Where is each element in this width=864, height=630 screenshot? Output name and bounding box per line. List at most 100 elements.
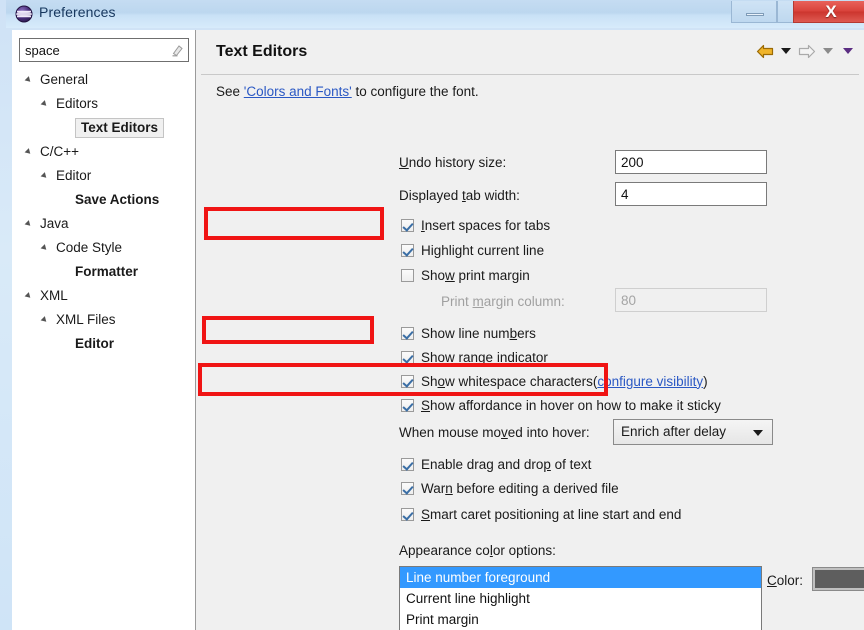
preferences-window: Preferences X General Editors Text Editors… (0, 0, 864, 630)
tree-expand-arrow-icon[interactable] (40, 244, 49, 252)
highlight-current-line-checkbox[interactable]: Highlight current line (401, 240, 544, 260)
description-suffix: to configure the font. (351, 84, 479, 99)
minimize-button[interactable] (731, 1, 777, 23)
color-label: Color: (767, 573, 804, 588)
print-margin-column-input (615, 288, 767, 312)
smart-caret-positioning-checkbox[interactable]: Smart caret positioning at line start an… (401, 504, 681, 524)
checkbox-label: Highlight current line (421, 242, 545, 258)
checkbox-indicator[interactable] (401, 268, 414, 282)
checkbox-indicator[interactable] (401, 398, 414, 412)
sidebar-item-xml[interactable]: XML (12, 284, 195, 308)
tree-expand-arrow-icon[interactable] (40, 316, 49, 324)
title-separator (201, 74, 859, 75)
sidebar-item-label: Formatter (75, 264, 139, 279)
close-button[interactable]: X (793, 1, 864, 23)
undo-history-size-input[interactable] (615, 150, 767, 174)
window-title: Preferences (39, 4, 116, 20)
sidebar-item-java[interactable]: Java (12, 212, 195, 236)
checkbox-indicator[interactable] (401, 374, 414, 388)
configure-visibility-link[interactable]: configure visibility (597, 374, 703, 389)
hover-mode-selected-value: Enrich after delay (621, 424, 727, 439)
dialog-content: General Editors Text Editors C/C++ Editor Sav… (12, 30, 864, 630)
forward-arrow-icon (798, 44, 816, 59)
checkbox-indicator[interactable] (401, 350, 414, 364)
sidebar-item-c-c[interactable]: C/C++ (12, 140, 195, 164)
tree-expand-arrow-icon[interactable] (24, 76, 33, 84)
sidebar-item-label: XML (40, 288, 68, 303)
tree-expand-arrow-icon[interactable] (24, 292, 33, 300)
checkbox-indicator[interactable] (401, 218, 414, 232)
tree-expand-arrow-icon[interactable] (24, 220, 33, 228)
checkbox-label: Enable drag and drop of text (421, 456, 592, 472)
color-swatch-button[interactable] (812, 567, 864, 591)
print-margin-column-label: Print margin column: (441, 294, 565, 309)
show-affordance-in-hover-checkbox[interactable]: Show affordance in hover on how to make … (401, 395, 721, 415)
sidebar-item-editors[interactable]: Editors (12, 92, 195, 116)
warn-before-editing-derived-file-checkbox[interactable]: Warn before editing a derived file (401, 478, 619, 498)
show-range-indicator-checkbox[interactable]: Show range indicator (401, 347, 548, 367)
insert-spaces-for-tabs-checkbox[interactable]: Insert spaces for tabs (401, 215, 550, 235)
checkbox-label: Warn before editing a derived file (421, 480, 619, 496)
list-item[interactable]: Print margin (400, 609, 761, 630)
checkbox-indicator[interactable] (401, 243, 414, 257)
sidebar-item-xml-files[interactable]: XML Files (12, 308, 195, 332)
sidebar-item-text-editors[interactable]: Text Editors (12, 116, 195, 140)
sidebar-item-editor[interactable]: Editor (12, 164, 195, 188)
sidebar-item-label: General (40, 72, 89, 87)
preferences-sidebar: General Editors Text Editors C/C++ Editor Sav… (12, 30, 196, 630)
appearance-color-options-list[interactable]: Line number foreground Current line highl… (399, 566, 762, 630)
chevron-down-icon[interactable] (753, 430, 763, 436)
checkbox-label: Show affordance in hover on how to make … (421, 397, 721, 413)
close-icon: X (825, 2, 837, 21)
when-mouse-moved-into-hover-label: When mouse moved into hover: (399, 425, 590, 440)
search-input[interactable] (19, 38, 189, 62)
displayed-tab-width-label: Displayed tab width: (399, 188, 520, 203)
enable-drag-and-drop-checkbox[interactable]: Enable drag and drop of text (401, 454, 591, 474)
show-print-margin-checkbox[interactable]: Show print margin (401, 265, 530, 285)
displayed-tab-width-input[interactable] (615, 182, 767, 206)
eclipse-preferences-icon (15, 5, 33, 23)
checkbox-indicator[interactable] (401, 481, 414, 495)
colors-and-fonts-link[interactable]: 'Colors and Fonts' (244, 84, 352, 99)
checkbox-label: Smart caret positioning at line start an… (421, 506, 682, 522)
link-paren-close: ) (703, 373, 708, 389)
sidebar-item-label: Editor (75, 336, 114, 351)
sidebar-item-label: Save Actions (75, 192, 160, 207)
back-arrow-icon[interactable] (756, 44, 774, 59)
appearance-color-options-label: Appearance color options: (399, 543, 556, 558)
checkbox-label: Show print margin (421, 267, 530, 283)
tree-expand-arrow-icon[interactable] (40, 172, 49, 180)
checkbox-label: Insert spaces for tabs (421, 217, 551, 233)
font-description: See 'Colors and Fonts' to configure the … (216, 84, 479, 99)
tree-expand-arrow-icon[interactable] (40, 100, 49, 108)
sidebar-item-formatter[interactable]: Formatter (12, 260, 195, 284)
page-title: Text Editors (216, 43, 308, 60)
sidebar-item-editor[interactable]: Editor (12, 332, 195, 356)
sidebar-item-label: Editors (56, 96, 99, 111)
list-item[interactable]: Line number foreground (400, 567, 761, 588)
sidebar-item-label: Java (40, 216, 69, 231)
forward-history-chevron-down-icon (823, 48, 833, 54)
preferences-tree[interactable]: General Editors Text Editors C/C++ Editor Sav… (12, 68, 195, 356)
sidebar-item-general[interactable]: General (12, 68, 195, 92)
checkbox-label: Show whitespace characters (421, 373, 593, 389)
show-line-numbers-checkbox[interactable]: Show line numbers (401, 323, 536, 343)
checkbox-indicator[interactable] (401, 457, 414, 471)
back-history-chevron-down-icon[interactable] (781, 48, 791, 54)
tree-expand-arrow-icon[interactable] (24, 148, 33, 156)
filter-search-wrap (19, 38, 189, 62)
sidebar-item-label: Editor (56, 168, 92, 183)
sidebar-item-code-style[interactable]: Code Style (12, 236, 195, 260)
sidebar-item-label: XML Files (56, 312, 116, 327)
sidebar-item-save-actions[interactable]: Save Actions (12, 188, 195, 212)
panel-toolbar (756, 40, 856, 62)
undo-history-size-label: Undo history size: (399, 155, 507, 170)
list-item[interactable]: Current line highlight (400, 588, 761, 609)
hover-mode-combobox[interactable]: Enrich after delay (613, 419, 773, 445)
sidebar-item-label: C/C++ (40, 144, 80, 159)
window-titlebar: Preferences X (6, 0, 864, 28)
checkbox-indicator[interactable] (401, 507, 414, 521)
checkbox-indicator[interactable] (401, 326, 414, 340)
show-whitespace-characters-checkbox[interactable]: Show whitespace characters (configure vi… (401, 371, 708, 391)
view-menu-chevron-down-icon[interactable] (843, 48, 853, 54)
